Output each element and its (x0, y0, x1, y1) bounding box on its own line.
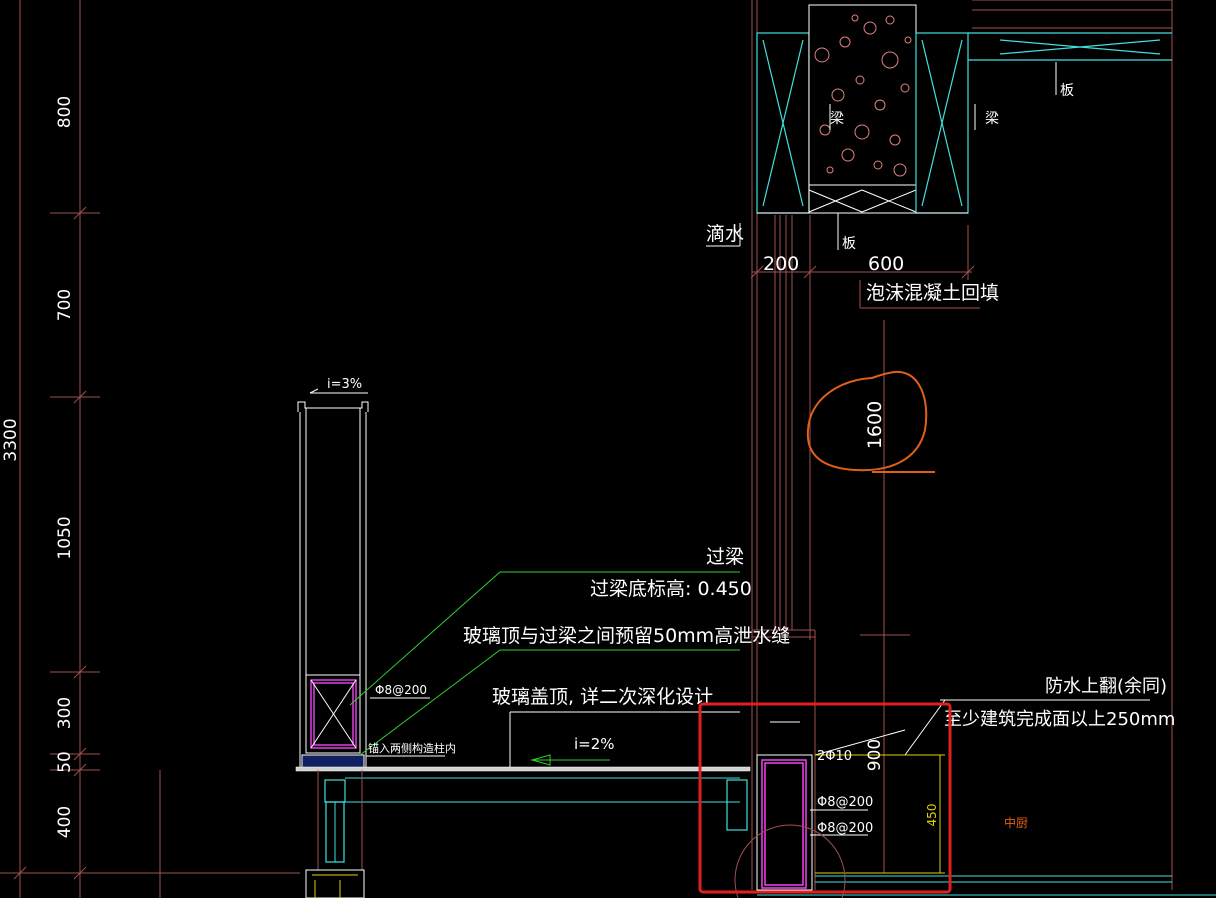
label-rebar-a: Φ8@200 (817, 795, 873, 810)
dim-1050: 1050 (55, 516, 75, 559)
dim-600: 600 (868, 253, 904, 275)
label-rebar-b: Φ8@200 (817, 821, 873, 836)
label-lintel: 过梁 (706, 546, 744, 568)
dim-200: 200 (763, 253, 799, 275)
foam-fill (808, 4, 917, 214)
label-bar-2-10: 2Φ10 (817, 749, 852, 764)
cad-drawing-canvas[interactable]: 3300 800 700 1050 300 50 400 梁 梁 板 板 滴水 … (0, 0, 1216, 898)
label-slab-bottom: 板 (842, 236, 856, 252)
dim-700: 700 (55, 289, 75, 321)
dim-300: 300 (55, 697, 75, 729)
dim-50: 50 (55, 751, 75, 773)
dim-400: 400 (55, 806, 75, 838)
label-drip: 滴水 (706, 223, 744, 245)
label-rebar-8-200: Φ8@200 (375, 683, 427, 697)
top-beam-left (756, 32, 810, 214)
label-slope-2: i=2% (574, 735, 615, 753)
label-embed: 锚入两侧构造柱内 (368, 741, 456, 755)
label-room: 中厨 (1004, 815, 1028, 830)
label-waterproof-1: 防水上翻(余同) (1045, 676, 1167, 697)
label-waterproof-2: 至少建筑完成面以上250mm (944, 709, 1175, 730)
left-dimension-chain (0, 0, 300, 898)
label-foam-fill: 泡沫混凝土回填 (866, 282, 999, 304)
upstand-rebar (761, 759, 807, 889)
dim-900: 900 (865, 739, 885, 771)
label-beam-left: 梁 (830, 111, 844, 127)
label-slope-3: i=3% (327, 377, 362, 392)
label-beam-right: 梁 (985, 111, 999, 127)
label-glass-roof: 玻璃盖顶, 详二次深化设计 (492, 686, 713, 708)
label-slab-top: 板 (1060, 83, 1074, 99)
label-gap-note: 玻璃顶与过梁之间预留50mm高泄水缝 (463, 625, 790, 647)
dim-800: 800 (55, 96, 75, 128)
dim-3300: 3300 (1, 418, 21, 461)
dim-450: 450 (925, 804, 939, 827)
glass-roof (295, 711, 751, 863)
label-lintel-elevation: 过梁底标高: 0.450 (590, 578, 752, 600)
dim-1600: 1600 (864, 401, 886, 449)
top-beam-right (915, 32, 1172, 214)
